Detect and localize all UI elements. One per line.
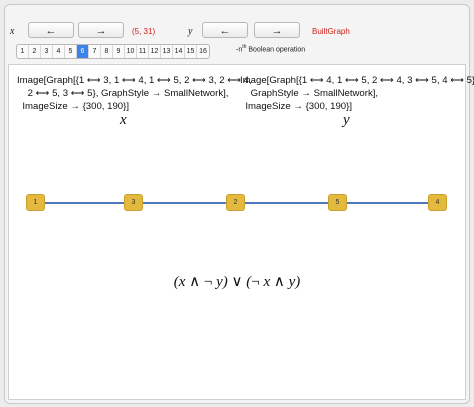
tab-8[interactable]: 8 xyxy=(101,45,113,58)
x-next-button[interactable]: → xyxy=(78,22,124,38)
builtin-graph-label: BuiltGraph xyxy=(312,27,350,36)
tab-10[interactable]: 10 xyxy=(125,45,137,58)
tab-2[interactable]: 2 xyxy=(29,45,41,58)
boolean-operation-tabs: 1 2 3 4 5 6 7 8 9 10 11 12 13 14 15 16 xyxy=(16,44,210,59)
tab-16[interactable]: 16 xyxy=(197,45,209,58)
tab-3[interactable]: 3 xyxy=(41,45,53,58)
graph-x-code: Image[Graph[{1 ⟷ 3, 1 ⟷ 4, 1 ⟷ 5, 2 ⟷ 3,… xyxy=(17,75,252,112)
y-control-label: y xyxy=(188,26,193,37)
y-next-button[interactable]: → xyxy=(254,22,300,38)
output-area xyxy=(8,64,466,400)
boolean-formula: (x ∧ ¬ y) ∨ (¬ x ∧ y) xyxy=(173,274,301,290)
tab-12[interactable]: 12 xyxy=(149,45,161,58)
graph-node-2: 2 xyxy=(226,194,245,211)
tab-4[interactable]: 4 xyxy=(53,45,65,58)
graph-y-variable: y xyxy=(343,112,350,128)
tab-9[interactable]: 9 xyxy=(113,45,125,58)
x-control-label: x xyxy=(10,26,15,37)
graph-node-5: 5 xyxy=(328,194,347,211)
tab-13[interactable]: 13 xyxy=(161,45,173,58)
tab-5[interactable]: 5 xyxy=(65,45,77,58)
x-prev-button[interactable]: ← xyxy=(28,22,74,38)
tab-6[interactable]: 6 xyxy=(77,45,89,58)
tab-11[interactable]: 11 xyxy=(137,45,149,58)
y-prev-button[interactable]: ← xyxy=(202,22,248,38)
tab-1[interactable]: 1 xyxy=(17,45,29,58)
tab-7[interactable]: 7 xyxy=(89,45,101,58)
tab-14[interactable]: 14 xyxy=(173,45,185,58)
nth-boolean-operation-label: -nth Boolean operation xyxy=(236,44,306,54)
graph-x-variable: x xyxy=(120,112,127,128)
graph-node-1: 1 xyxy=(26,194,45,211)
graph-node-3: 3 xyxy=(124,194,143,211)
xy-pair-value: (5, 31) xyxy=(132,27,156,36)
graph-y-code: Image[Graph[{1 ⟷ 4, 1 ⟷ 5, 2 ⟷ 4, 3 ⟷ 5,… xyxy=(240,75,474,112)
graph-node-4: 4 xyxy=(428,194,447,211)
tab-15[interactable]: 15 xyxy=(185,45,197,58)
